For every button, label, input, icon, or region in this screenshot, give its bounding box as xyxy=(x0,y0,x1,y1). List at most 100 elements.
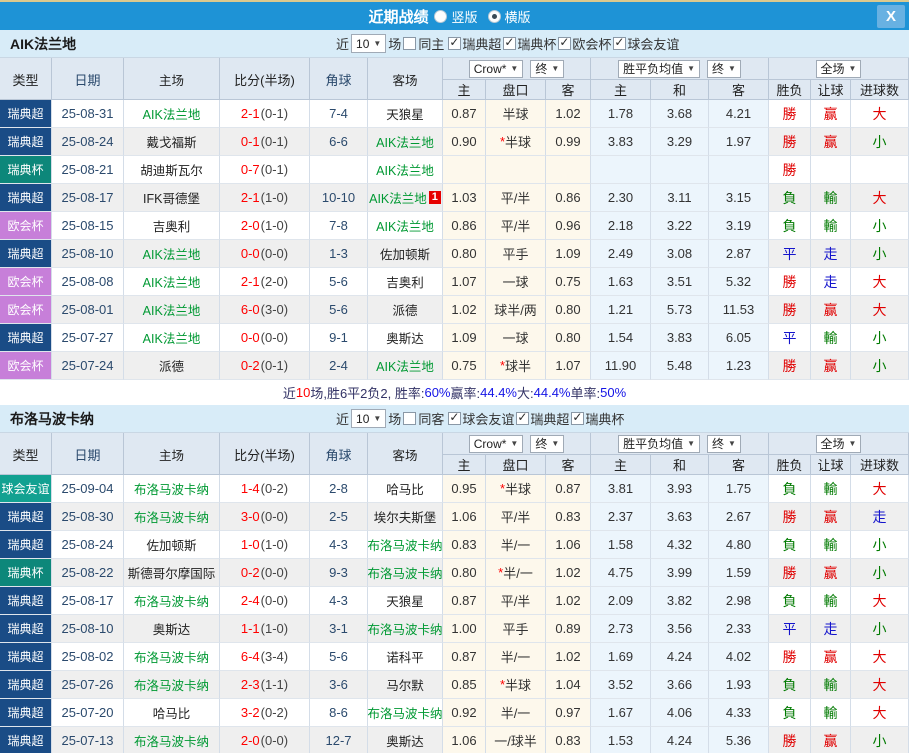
avg-column-group: 胜平负均值 ▼ 终 ▼ 主 和 客 xyxy=(591,58,769,99)
home-team: 派德 xyxy=(124,352,220,380)
league-badge: 瑞典超 xyxy=(0,727,51,753)
summary-segment: 赢率: xyxy=(450,386,481,401)
result-goals: 大 xyxy=(851,100,909,128)
away-team: 奥斯达 xyxy=(386,332,424,346)
col-goals-result: 进球数 xyxy=(851,80,909,99)
summary-segment: 44.4% xyxy=(480,385,517,400)
avg-draw-odds: 3.08 xyxy=(651,240,709,268)
bookmaker-select[interactable]: Crow* ▼ xyxy=(468,434,524,453)
away-team: AIK法兰地 xyxy=(376,164,434,178)
result-handicap: 赢 xyxy=(811,128,851,156)
match-score: 0-2 (0-1) xyxy=(220,352,310,380)
league-filter-checkbox[interactable] xyxy=(448,410,462,425)
handicap-home-odds: 0.86 xyxy=(443,212,486,240)
result-outcome: 勝 xyxy=(769,128,811,156)
avg-home-odds: 3.81 xyxy=(591,475,651,503)
handicap-away-odds: 0.86 xyxy=(546,184,591,212)
league-badge: 瑞典超 xyxy=(0,324,51,351)
corner-count: 4-3 xyxy=(310,531,368,559)
league-filter-checkbox[interactable] xyxy=(448,35,462,50)
home-team: 布洛马波卡纳 xyxy=(124,671,220,699)
results-table-body: 瑞典超 25-08-31 AIK法兰地 2-1 (0-1) 7-4 天狼星 0.8… xyxy=(0,100,909,380)
fulltime-score: 6-4 xyxy=(240,649,260,664)
result-outcome: 負 xyxy=(769,184,811,212)
match-date: 25-08-10 xyxy=(52,615,124,643)
match-score: 3-2 (0-2) xyxy=(220,699,310,727)
league-filter-checkbox[interactable] xyxy=(503,35,517,50)
avg-home-odds: 1.58 xyxy=(591,531,651,559)
league-filter-checkbox[interactable] xyxy=(613,35,627,50)
league-filter-checkbox[interactable] xyxy=(516,410,530,425)
fulltime-score: 0-0 xyxy=(240,330,260,345)
away-team: 派德 xyxy=(392,304,418,318)
col-home: 主场 xyxy=(124,433,220,475)
handicap-away-odds: 1.02 xyxy=(546,559,591,587)
corner-count: 5-6 xyxy=(310,268,368,296)
league-filter-checkbox[interactable] xyxy=(571,410,585,425)
avg-home-odds: 1.78 xyxy=(591,100,651,128)
avg-odds-select[interactable]: 胜平负均值 ▼ xyxy=(618,434,700,453)
handicap-home-odds xyxy=(443,156,486,184)
match-score: 2-3 (1-1) xyxy=(220,671,310,699)
avg-home-odds: 1.69 xyxy=(591,643,651,671)
bookmaker-select[interactable]: Crow* ▼ xyxy=(468,59,524,78)
match-count-select[interactable]: 10 ▼ xyxy=(351,409,387,428)
match-count-select[interactable]: 10 ▼ xyxy=(351,34,387,53)
avg-odds-value: 胜平负均值 xyxy=(623,437,684,451)
fulltime-score: 1-4 xyxy=(240,481,260,496)
league-badge: 瑞典超 xyxy=(0,240,51,267)
summary-segment: 44.4% xyxy=(533,385,571,400)
avg-home-odds: 2.49 xyxy=(591,240,651,268)
odds-time-select[interactable]: 终 ▼ xyxy=(530,59,565,78)
result-goals: 大 xyxy=(851,671,909,699)
league-badge: 瑞典超 xyxy=(0,100,51,127)
radio-horizontal-label: 横版 xyxy=(504,9,531,25)
radio-circle-icon[interactable] xyxy=(434,9,448,23)
result-goals: 大 xyxy=(851,296,909,324)
result-goals: 大 xyxy=(851,643,909,671)
avg-odds-select[interactable]: 胜平负均值 ▼ xyxy=(618,59,700,78)
radio-horizontal-layout[interactable]: 横版 xyxy=(487,7,531,26)
handicap-away-odds: 0.87 xyxy=(546,475,591,503)
col-score: 比分(半场) xyxy=(220,433,310,475)
avg-home-odds: 1.63 xyxy=(591,268,651,296)
table-row: 球会友谊 25-09-04 布洛马波卡纳 1-4 (0-2) 2-8 哈马比 0.… xyxy=(0,475,909,503)
away-team: 布洛马波卡纳 xyxy=(368,623,443,637)
avg-away-odds: 2.87 xyxy=(709,240,769,268)
home-team: AIK法兰地 xyxy=(124,296,220,324)
same-away-checkbox[interactable] xyxy=(403,412,417,425)
avg-draw-odds: 3.51 xyxy=(651,268,709,296)
scope-select[interactable]: 全场 ▼ xyxy=(815,59,862,78)
avg-column-group: 胜平负均值 ▼ 终 ▼ 主 和 客 xyxy=(591,433,769,474)
col-outcome: 胜负 xyxy=(769,455,811,474)
match-date: 25-08-10 xyxy=(52,240,124,268)
result-goals xyxy=(851,156,909,184)
same-home-checkbox[interactable] xyxy=(403,37,417,50)
radio-vertical-layout[interactable]: 竖版 xyxy=(434,7,478,26)
handicap-line: 平手 xyxy=(486,615,546,643)
avg-home-odds: 3.52 xyxy=(591,671,651,699)
away-team: 埃尔夫斯堡 xyxy=(373,511,437,525)
close-button[interactable]: X xyxy=(877,5,905,28)
scope-select[interactable]: 全场 ▼ xyxy=(815,434,862,453)
handicap-away-odds: 0.80 xyxy=(546,296,591,324)
odds-time-select[interactable]: 终 ▼ xyxy=(530,434,565,453)
section-filter-bar: AIK法兰地 近 10 ▼ 场 同主 瑞典超瑞典杯欧会杯球会友谊 xyxy=(0,30,909,58)
result-goals: 大 xyxy=(851,475,909,503)
avg-time-select[interactable]: 终 ▼ xyxy=(707,434,741,453)
match-date: 25-08-30 xyxy=(52,503,124,531)
avg-away-odds: 4.80 xyxy=(709,531,769,559)
match-score: 1-1 (1-0) xyxy=(220,615,310,643)
radio-circle-icon[interactable] xyxy=(487,9,501,23)
col-avg-home: 主 xyxy=(591,80,651,99)
league-filter-checkbox[interactable] xyxy=(558,35,572,50)
handicap-line: * 半球 xyxy=(486,128,546,156)
avg-time-select[interactable]: 终 ▼ xyxy=(707,59,741,78)
away-team: 吉奥利 xyxy=(386,276,424,290)
avg-away-odds: 2.98 xyxy=(709,587,769,615)
handicap-away-odds xyxy=(546,156,591,184)
halftime-score: (0-0) xyxy=(260,565,289,580)
match-date: 25-08-24 xyxy=(52,531,124,559)
team-section-aik: AIK法兰地 近 10 ▼ 场 同主 瑞典超瑞典杯欧会杯球会友谊 类型 日期 主… xyxy=(0,30,909,405)
avg-home-odds: 4.75 xyxy=(591,559,651,587)
